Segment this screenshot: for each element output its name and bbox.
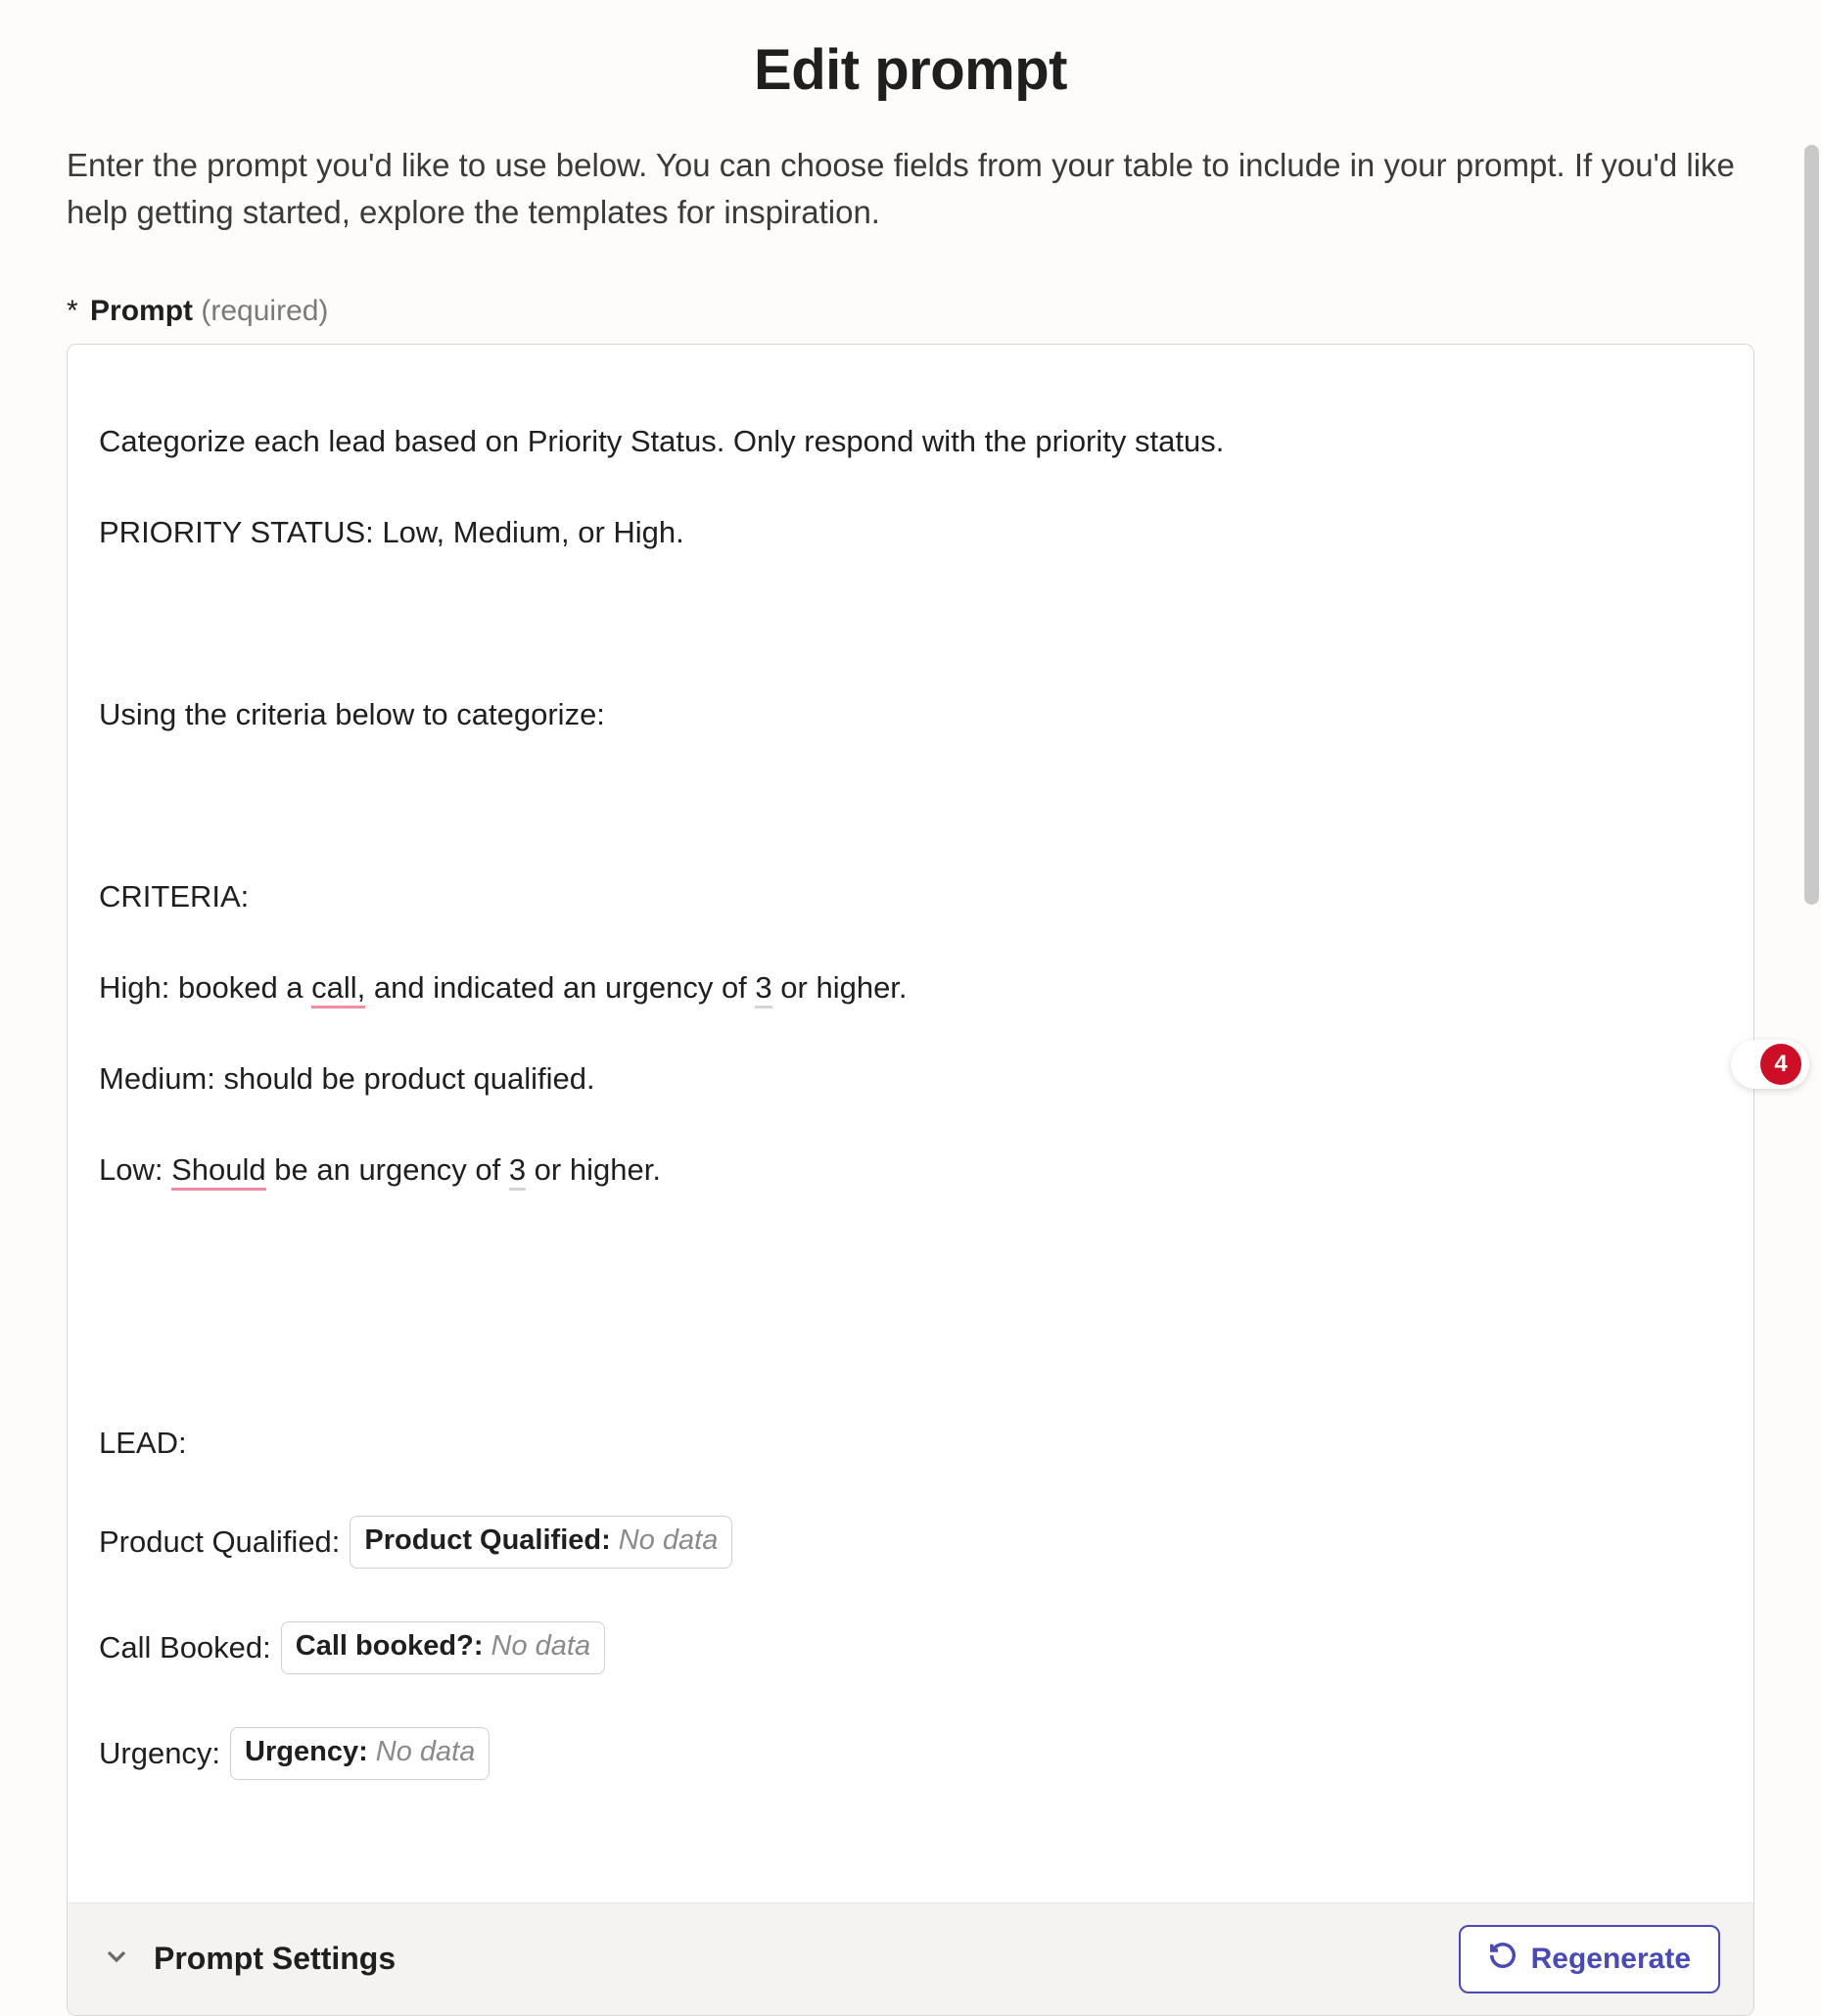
token-label: Call booked?: xyxy=(296,1625,484,1668)
token-value: No data xyxy=(491,1625,591,1668)
field-required-text: (required) xyxy=(201,295,328,327)
lead-field-row: Call Booked: Call booked?: No data xyxy=(99,1621,1722,1674)
prompt-text-line: LEAD: xyxy=(99,1421,1722,1467)
lead-field-label: Urgency: xyxy=(99,1731,220,1777)
token-label: Product Qualified: xyxy=(364,1520,610,1563)
prompt-settings-toggle[interactable]: Prompt Settings xyxy=(101,1941,396,1977)
prompt-field-label: * Prompt (required) xyxy=(67,295,1754,328)
prompt-text-line xyxy=(99,783,1722,829)
regenerate-label: Regenerate xyxy=(1531,1943,1691,1976)
scrollbar-thumb[interactable] xyxy=(1804,145,1819,905)
lead-field-label: Product Qualified: xyxy=(99,1520,340,1566)
grammar-underline: 3 xyxy=(509,1152,526,1191)
prompt-text-line: High: booked a call, and indicated an ur… xyxy=(99,965,1722,1011)
prompt-editor[interactable]: Categorize each lead based on Priority S… xyxy=(67,344,1754,2016)
token-value: No data xyxy=(619,1520,719,1563)
prompt-text-line: Using the criteria below to categorize: xyxy=(99,692,1722,738)
prompt-text-line: Low: Should be an urgency of 3 or higher… xyxy=(99,1148,1722,1194)
spellcheck-underline: call, xyxy=(311,970,365,1008)
prompt-text-line: Medium: should be product qualified. xyxy=(99,1056,1722,1102)
prompt-content[interactable]: Categorize each lead based on Priority S… xyxy=(68,345,1753,1902)
grammar-underline: 3 xyxy=(755,970,771,1008)
notification-pill[interactable]: 4 xyxy=(1731,1040,1809,1089)
spellcheck-underline: Should xyxy=(171,1152,266,1191)
lead-field-row: Urgency: Urgency: No data xyxy=(99,1727,1722,1780)
field-token-product-qualified[interactable]: Product Qualified: No data xyxy=(350,1516,732,1569)
lead-field-row: Product Qualified: Product Qualified: No… xyxy=(99,1516,1722,1569)
page-title: Edit prompt xyxy=(67,37,1754,103)
refresh-icon xyxy=(1488,1941,1518,1978)
regenerate-button[interactable]: Regenerate xyxy=(1459,1925,1720,1993)
page-description: Enter the prompt you'd like to use below… xyxy=(67,142,1754,236)
prompt-settings-label: Prompt Settings xyxy=(154,1941,396,1977)
edit-prompt-panel: Edit prompt Enter the prompt you'd like … xyxy=(0,0,1821,1255)
prompt-text-line: CRITERIA: xyxy=(99,874,1722,920)
prompt-text-line xyxy=(99,601,1722,647)
prompt-text-line: PRIORITY STATUS: Low, Medium, or High. xyxy=(99,510,1722,556)
field-token-call-booked[interactable]: Call booked?: No data xyxy=(281,1621,605,1674)
field-label-text: Prompt xyxy=(90,295,193,327)
prompt-settings-row: Prompt Settings Regenerate xyxy=(68,1902,1753,2015)
prompt-text-line xyxy=(99,1330,1722,1376)
lead-field-label: Call Booked: xyxy=(99,1625,271,1671)
chevron-down-icon xyxy=(101,1941,132,1977)
notification-count-badge: 4 xyxy=(1760,1044,1801,1085)
field-token-urgency[interactable]: Urgency: No data xyxy=(230,1727,490,1780)
required-asterisk: * xyxy=(67,295,78,327)
token-value: No data xyxy=(376,1731,476,1774)
prompt-text-line xyxy=(99,1239,1722,1285)
prompt-text-line: Categorize each lead based on Priority S… xyxy=(99,419,1722,465)
token-label: Urgency: xyxy=(245,1731,368,1774)
